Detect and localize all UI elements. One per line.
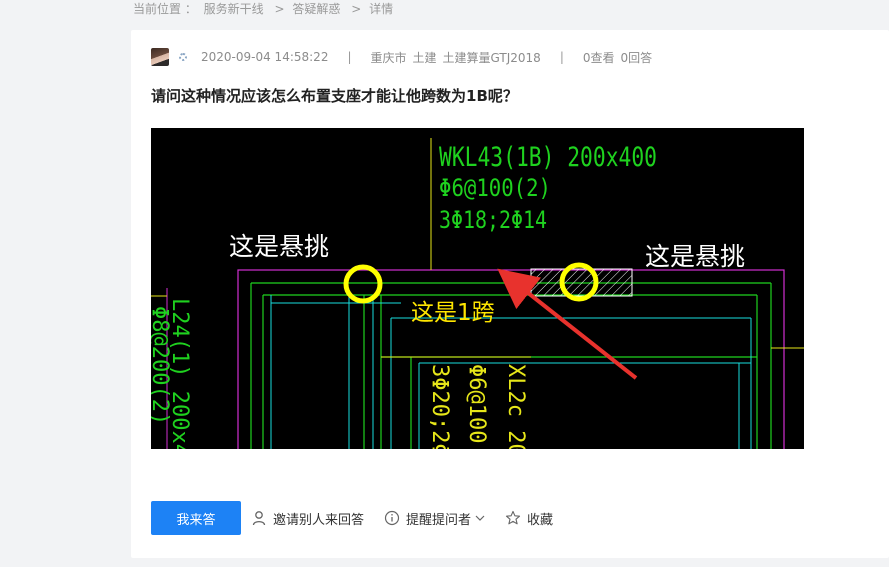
breadcrumb-item-service[interactable]: 服务新干线 [204,2,264,16]
info-icon [384,510,400,526]
mid-beam-label: XL2c 20 [503,364,528,449]
category-tag: 土建 [412,50,437,65]
question-meta: 2020-09-04 14:58:22 | 重庆市 土建 土建算量GTJ2018… [151,46,652,68]
beam-name-label: WKL43(1B) 200x400 [439,142,657,173]
invite-answer-label: 邀请别人来回答 [273,512,365,528]
breadcrumb-separator: > [351,2,362,16]
favorite-button[interactable]: 收藏 [505,509,553,528]
breadcrumb-separator: > [274,2,285,16]
question-title: 请问这种情况应该怎么布置支座才能让他跨数为1B呢？ [151,87,518,105]
beam-stirrup-label: Φ6@100(2) [439,174,551,202]
region-tag: 重庆市 [370,50,407,65]
action-bar: 我来答 邀请别人来回答 提醒提问者 收藏 [151,501,573,535]
breadcrumb-item-qa[interactable]: 答疑解惑 [292,2,340,16]
left-beam-stirrup-label: Φ8@200(2) [151,306,172,425]
support-marker-left [343,264,383,304]
breadcrumb-label: 当前位置 ： [133,2,197,16]
star-icon [505,510,521,525]
beam-rebar-label: 3Φ18;2Φ14 [439,206,547,234]
remind-asker-button[interactable]: 提醒提问者 [384,509,485,528]
invite-answer-button[interactable]: 邀请别人来回答 [251,509,364,528]
span-annotation: 这是1跨 [411,300,495,326]
avatar[interactable] [151,48,169,66]
breadcrumb-item-detail: 详情 [369,2,394,16]
remind-asker-label: 提醒提问者 [406,512,472,528]
view-count: 0查看 [582,50,615,65]
answer-count: 0回答 [620,50,653,65]
question-image[interactable]: WKL43(1B) 200x400 Φ6@100(2) 3Φ18;2Φ14 L2… [151,128,804,449]
chevron-down-icon [475,515,485,521]
favorite-label: 收藏 [527,512,554,528]
post-datetime: 2020-09-04 14:58:22 [201,50,329,64]
meta-divider: | [559,50,564,64]
breadcrumb: 当前位置 ： 服务新干线 > 答疑解惑 > 详情 [133,1,396,17]
mid-beam-rebar-label: 3Φ20;2Φ [427,364,452,449]
meta-divider: | [347,50,352,64]
cantilever-right-annotation: 这是悬挑 [645,242,745,271]
user-level-icon [179,53,187,61]
mid-beam-stirrup-label: Φ6@100 [464,364,489,443]
cantilever-left-annotation: 这是悬挑 [229,232,329,261]
hatched-wall [530,268,633,297]
question-card: 2020-09-04 14:58:22 | 重庆市 土建 土建算量GTJ2018… [131,30,889,558]
user-icon [252,511,266,526]
software-tag: 土建算量GTJ2018 [442,50,541,65]
answer-button[interactable]: 我来答 [151,501,241,535]
